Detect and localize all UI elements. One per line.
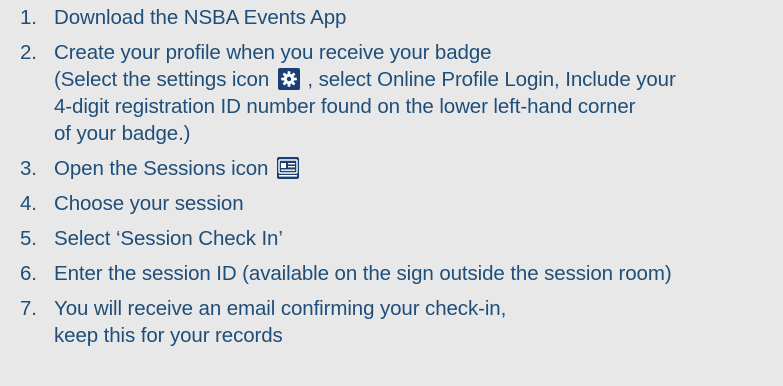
- step-session-check-in: 5. Select ‘Session Check In’: [20, 225, 777, 252]
- step-choose-session: 4. Choose your session: [20, 190, 777, 217]
- step-line-with-icon: Open the Sessions icon: [54, 155, 777, 182]
- step-line: Select ‘Session Check In’: [54, 227, 283, 250]
- step-line: Enter the session ID (available on the s…: [54, 262, 672, 285]
- step-text: Download the NSBA Events App: [54, 4, 777, 31]
- step-confirmation-email: 7. You will receive an email confirming …: [20, 295, 777, 349]
- step-line-part: (Select the settings icon: [54, 68, 270, 91]
- step-create-profile: 2. Create your profile when you receive …: [20, 39, 777, 147]
- step-line-with-icon: (Select the settings icon , select Onlin…: [54, 66, 777, 93]
- step-text: Create your profile when you receive you…: [54, 39, 777, 147]
- step-line: Create your profile when you receive you…: [54, 41, 492, 64]
- steps-list: 1. Download the NSBA Events App 2. Creat…: [20, 4, 777, 349]
- instructions-page: 1. Download the NSBA Events App 2. Creat…: [0, 0, 783, 386]
- step-number: 5.: [20, 227, 37, 250]
- step-text: Choose your session: [54, 190, 777, 217]
- step-text: Open the Sessions icon: [54, 155, 777, 182]
- step-line-part: , select Online Profile Login, Include y…: [307, 68, 676, 91]
- step-line: Download the NSBA Events App: [54, 6, 347, 29]
- step-line: 4-digit registration ID number found on …: [54, 95, 636, 118]
- step-open-sessions: 3. Open the Sessions icon: [20, 155, 777, 182]
- step-number: 2.: [20, 41, 37, 64]
- sessions-icon: [276, 157, 299, 179]
- step-number: 7.: [20, 297, 37, 320]
- step-line: keep this for your records: [54, 324, 283, 347]
- step-number: 3.: [20, 157, 37, 180]
- step-line: You will receive an email confirming you…: [54, 297, 507, 320]
- step-number: 1.: [20, 6, 37, 29]
- step-line: of your badge.): [54, 122, 191, 145]
- gear-icon: [277, 68, 300, 90]
- step-number: 4.: [20, 192, 37, 215]
- step-line-part: Open the Sessions icon: [54, 157, 269, 180]
- step-enter-session-id: 6. Enter the session ID (available on th…: [20, 260, 777, 287]
- step-text: Select ‘Session Check In’: [54, 225, 777, 252]
- step-text: Enter the session ID (available on the s…: [54, 260, 777, 287]
- step-text: You will receive an email confirming you…: [54, 295, 777, 349]
- step-line: Choose your session: [54, 192, 244, 215]
- step-download-app: 1. Download the NSBA Events App: [20, 4, 777, 31]
- step-number: 6.: [20, 262, 37, 285]
